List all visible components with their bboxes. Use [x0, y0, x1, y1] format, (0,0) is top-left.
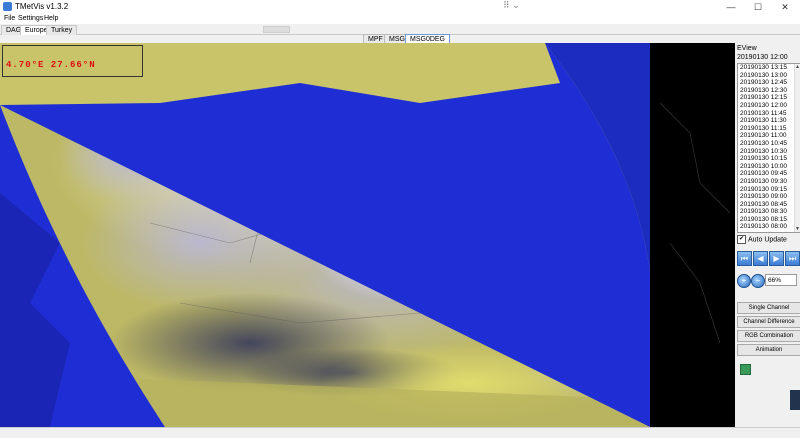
- scroll-down-icon[interactable]: ▼: [795, 226, 800, 232]
- time-list-item[interactable]: 20190130 08:00: [738, 223, 800, 231]
- time-list-items: 20190130 13:15 20190130 13:00 20190130 12:…: [738, 64, 800, 231]
- time-list-item[interactable]: 20190130 11:00: [738, 132, 800, 140]
- time-list-item[interactable]: 20190130 10:00: [738, 163, 800, 171]
- time-list-item[interactable]: 20190130 12:00: [738, 102, 800, 110]
- time-list-item[interactable]: 20190130 10:45: [738, 140, 800, 148]
- first-frame-button[interactable]: ⏮: [737, 251, 752, 266]
- prev-frame-button[interactable]: ◀: [753, 251, 768, 266]
- time-list-item[interactable]: 20190130 13:15: [738, 64, 800, 72]
- animation-button[interactable]: Animation: [737, 344, 800, 356]
- app-icon: [3, 2, 12, 11]
- control-panel: EView 20190130 12:00 20190130 13:15 20190…: [735, 43, 800, 427]
- tab-scroll-indicator[interactable]: [263, 26, 290, 33]
- zoom-level-select[interactable]: 66%: [765, 274, 797, 286]
- menu-settings[interactable]: Settings: [18, 15, 43, 22]
- time-list-item[interactable]: 20190130 09:00: [738, 193, 800, 201]
- current-time: 20190130 12:00: [737, 54, 788, 61]
- auto-update-checkbox[interactable]: ✔: [737, 235, 746, 244]
- satellite-map-view[interactable]: 4.70°E 27.66°N: [0, 43, 735, 427]
- zoom-in-icon[interactable]: +: [737, 274, 751, 288]
- status-bar: [0, 427, 800, 438]
- zoom-out-icon[interactable]: −: [751, 274, 765, 288]
- title-bar: TMetVis v1.3.2 ⠿ ⌄ — ☐ ✕: [0, 0, 800, 14]
- maximize-button[interactable]: ☐: [745, 0, 771, 14]
- menu-bar: File Settings Help: [0, 14, 800, 24]
- auto-update-toggle[interactable]: ✔ Auto Update: [737, 235, 787, 244]
- rgb-combination-button[interactable]: RGB Combination: [737, 330, 800, 342]
- time-list-item[interactable]: 20190130 11:45: [738, 110, 800, 118]
- menu-help[interactable]: Help: [44, 15, 58, 22]
- time-list-item[interactable]: 20190130 08:15: [738, 216, 800, 224]
- minimize-button[interactable]: —: [718, 0, 744, 14]
- time-list[interactable]: 20190130 13:15 20190130 13:00 20190130 12:…: [737, 63, 800, 233]
- time-list-item[interactable]: 20190130 12:15: [738, 94, 800, 102]
- satellite-image: [0, 43, 735, 427]
- scroll-up-icon[interactable]: ▲: [795, 64, 800, 70]
- single-channel-button[interactable]: Single Channel: [737, 302, 800, 314]
- side-grip-icon[interactable]: [790, 390, 800, 410]
- toolbar-grip-icon[interactable]: ⠿ ⌄: [503, 0, 520, 11]
- tab-turkey[interactable]: Turkey: [46, 25, 78, 35]
- auto-update-label: Auto Update: [748, 236, 787, 244]
- time-list-item[interactable]: 20190130 08:30: [738, 208, 800, 216]
- time-list-item[interactable]: 20190130 09:45: [738, 170, 800, 178]
- time-list-item[interactable]: 20190130 10:15: [738, 155, 800, 163]
- save-icon[interactable]: [740, 364, 751, 375]
- next-frame-button[interactable]: ▶: [769, 251, 784, 266]
- last-frame-button[interactable]: ⏭: [785, 251, 800, 266]
- channel-difference-button[interactable]: Channel Difference: [737, 316, 800, 328]
- close-button[interactable]: ✕: [772, 0, 798, 14]
- time-list-item[interactable]: 20190130 08:45: [738, 201, 800, 209]
- time-list-item[interactable]: 20190130 09:30: [738, 178, 800, 186]
- window-title: TMetVis v1.3.2: [15, 2, 69, 11]
- time-list-item[interactable]: 20190130 12:45: [738, 79, 800, 87]
- time-list-scrollbar[interactable]: ▲ ▼: [794, 64, 800, 232]
- view-label: EView: [737, 45, 757, 52]
- time-list-item[interactable]: 20190130 13:00: [738, 72, 800, 80]
- time-list-item[interactable]: 20190130 12:30: [738, 87, 800, 95]
- coordinate-readout: 4.70°E 27.66°N: [6, 60, 96, 70]
- time-list-item[interactable]: 20190130 10:30: [738, 148, 800, 156]
- menu-file[interactable]: File: [4, 15, 15, 22]
- time-list-item[interactable]: 20190130 11:15: [738, 125, 800, 133]
- time-list-item[interactable]: 20190130 11:30: [738, 117, 800, 125]
- time-list-item[interactable]: 20190130 09:15: [738, 186, 800, 194]
